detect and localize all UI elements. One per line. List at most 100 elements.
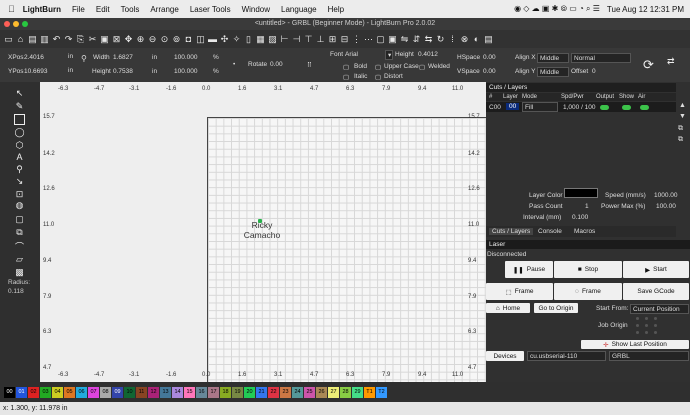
- menu-help[interactable]: Help: [328, 5, 344, 14]
- zoom-window-button[interactable]: [22, 21, 28, 27]
- palette-swatch[interactable]: 19: [232, 386, 243, 398]
- port-select[interactable]: cu.usbserial-110: [527, 351, 606, 361]
- welded-checkbox[interactable]: ▢: [419, 63, 425, 71]
- palette-swatch[interactable]: 02: [28, 386, 39, 398]
- align-center-h-icon[interactable]: ⊞: [327, 33, 338, 46]
- cut-icon[interactable]: ✂: [87, 33, 98, 46]
- devices-button[interactable]: Devices: [486, 351, 524, 361]
- pass-count-field[interactable]: 1: [585, 203, 589, 210]
- cuts-table-row[interactable]: C00 00 Fill 1,000 / 100: [486, 102, 676, 112]
- palette-swatch[interactable]: 00: [4, 386, 15, 398]
- origin-dot[interactable]: [654, 317, 657, 320]
- dock-icon[interactable]: ▤: [483, 33, 494, 46]
- import-icon[interactable]: ▥: [39, 33, 50, 46]
- undo-icon[interactable]: ↶: [51, 33, 62, 46]
- palette-swatch[interactable]: 05: [64, 386, 75, 398]
- move-layer-up-icon[interactable]: ▲: [679, 102, 686, 109]
- palette-swatch[interactable]: 18: [220, 386, 231, 398]
- show-toggle[interactable]: [622, 105, 631, 110]
- align-center-v-icon[interactable]: ⊟: [339, 33, 350, 46]
- rotate-field[interactable]: 0.00: [270, 61, 283, 68]
- width-field[interactable]: 1.6827: [113, 54, 133, 61]
- ellipse-tool-icon[interactable]: ◯: [14, 127, 25, 138]
- status-icons[interactable]: ◉ ◇ ☁ ▣ ✱ ⦾ ▭ ◔ ⌕ ☰: [514, 4, 600, 14]
- show-last-position-button[interactable]: ✛ Show Last Position: [581, 340, 689, 349]
- apple-icon[interactable]: : [8, 4, 15, 14]
- menu-edit[interactable]: Edit: [96, 5, 110, 14]
- align-left-icon[interactable]: ⊢: [279, 33, 290, 46]
- align-x-select[interactable]: Middle: [537, 53, 569, 63]
- start-button[interactable]: ▶ Start: [623, 261, 689, 278]
- ypos-field[interactable]: 10.6693: [24, 68, 48, 75]
- fillet-icon[interactable]: ⌒: [14, 242, 25, 253]
- origin-dot[interactable]: [636, 324, 639, 327]
- hspace-field[interactable]: 0.00: [483, 54, 496, 61]
- rectangle-tool-icon[interactable]: [14, 114, 25, 125]
- row-mode-select[interactable]: Fill: [522, 102, 558, 112]
- group-icon[interactable]: ▢: [375, 33, 386, 46]
- font-select[interactable]: Arial: [345, 51, 358, 58]
- distort-checkbox[interactable]: ▢: [375, 73, 381, 81]
- lock-icon[interactable]: ⚲: [81, 54, 87, 63]
- palette-swatch[interactable]: 09: [112, 386, 123, 398]
- palette-swatch[interactable]: 12: [148, 386, 159, 398]
- menu-file[interactable]: File: [72, 5, 85, 14]
- font-height-field[interactable]: 0.4012: [418, 51, 438, 58]
- palette-swatch[interactable]: 01: [16, 386, 27, 398]
- paste-layer-icon[interactable]: ⧉: [678, 136, 683, 144]
- polygon-tool-icon[interactable]: ⬡: [14, 140, 25, 151]
- corner-tool-icon[interactable]: ⧉: [14, 227, 25, 238]
- palette-swatch[interactable]: 23: [280, 386, 291, 398]
- palette-swatch[interactable]: 27: [328, 386, 339, 398]
- origin-dot[interactable]: [636, 317, 639, 320]
- layer-color-swatch[interactable]: [564, 188, 598, 198]
- distribute-v-icon[interactable]: ⋯: [363, 33, 374, 46]
- open-file-icon[interactable]: ⌂: [15, 33, 26, 46]
- origin-dot[interactable]: [645, 317, 648, 320]
- tab-cuts-layers[interactable]: Cuts / Layers: [489, 228, 534, 235]
- air-toggle[interactable]: [640, 105, 649, 110]
- palette-swatch[interactable]: 28: [340, 386, 351, 398]
- go-to-origin-button[interactable]: Go to Origin: [534, 303, 578, 313]
- palette-swatch[interactable]: T1: [364, 386, 375, 398]
- speed-field[interactable]: 1000.00: [654, 192, 678, 199]
- align-right-icon[interactable]: ⊣: [291, 33, 302, 46]
- flip-v-icon[interactable]: ⇵: [411, 33, 422, 46]
- device-select[interactable]: GRBL: [609, 351, 689, 361]
- move-icon[interactable]: ✥: [123, 33, 134, 46]
- align-y-select[interactable]: Middle: [537, 67, 569, 77]
- text-mode-select[interactable]: Normal: [571, 53, 631, 63]
- ungroup-icon[interactable]: ▣: [387, 33, 398, 46]
- mirror-icon[interactable]: ⇆: [423, 33, 434, 46]
- scale-w-field[interactable]: 100.000: [174, 54, 198, 61]
- tools-icon[interactable]: ✧: [231, 33, 242, 46]
- clock[interactable]: Tue Aug 12 12:31 PM: [607, 5, 684, 14]
- work-area-grid[interactable]: [207, 117, 488, 382]
- palette-swatch[interactable]: 06: [76, 386, 87, 398]
- text-options-icon[interactable]: ⇄: [667, 56, 675, 67]
- scale-h-field[interactable]: 100.000: [174, 68, 198, 75]
- palette-swatch[interactable]: 17: [208, 386, 219, 398]
- menu-language[interactable]: Language: [281, 5, 317, 14]
- italic-checkbox[interactable]: ▢: [343, 73, 349, 81]
- camera-icon[interactable]: ◘: [183, 33, 194, 46]
- minimize-window-button[interactable]: [13, 21, 19, 27]
- offset-shapes-icon[interactable]: ⊡: [14, 189, 25, 200]
- move-layer-down-icon[interactable]: ▼: [679, 113, 686, 120]
- align-top-icon[interactable]: ⊤: [303, 33, 314, 46]
- offset-field[interactable]: 0: [592, 68, 596, 75]
- origin-dot[interactable]: [645, 331, 648, 334]
- zoom-fit-icon[interactable]: ⊙: [159, 33, 170, 46]
- palette-swatch[interactable]: 24: [292, 386, 303, 398]
- bold-checkbox[interactable]: ▢: [343, 63, 349, 71]
- mm-toggle-icon[interactable]: •: [233, 61, 235, 68]
- power-max-field[interactable]: 100.00: [656, 203, 676, 210]
- rotate-icon[interactable]: ↻: [435, 33, 446, 46]
- trace-icon[interactable]: ◫: [195, 33, 206, 46]
- palette-swatch[interactable]: 20: [244, 386, 255, 398]
- edit-nodes-icon[interactable]: ↘: [14, 176, 25, 187]
- menu-window[interactable]: Window: [242, 5, 270, 14]
- workspace-canvas[interactable]: -6.3 -4.7 -3.1 -1.6 0.0 1.6 3.1 4.7 6.3 …: [40, 82, 488, 382]
- palette-swatch[interactable]: 26: [316, 386, 327, 398]
- palette-swatch[interactable]: 03: [40, 386, 51, 398]
